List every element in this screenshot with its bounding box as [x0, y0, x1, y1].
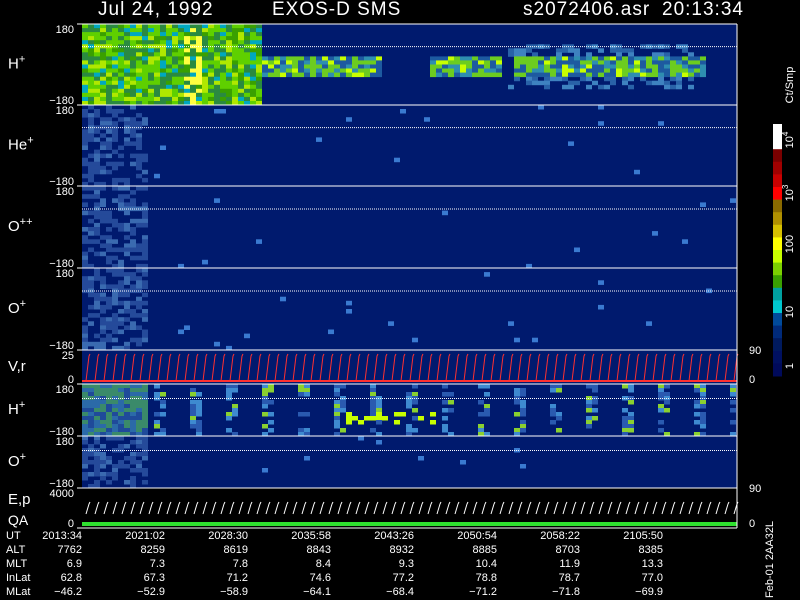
table-cell: 2043:26 — [374, 530, 414, 542]
table-cell: 2058:22 — [540, 530, 580, 542]
panel-h-plus-1 — [82, 24, 737, 106]
panel-epqa-ymin: 0 — [68, 518, 74, 530]
panel-o-plus-2 — [82, 436, 737, 489]
table-cell: 2013:34 — [42, 530, 82, 542]
panel-o-plus-plus-ymax: 180 — [56, 186, 74, 198]
panel-vr-rmax: 90 — [749, 345, 761, 357]
panel-o-plus-plus-label: O++ — [8, 216, 33, 235]
table-cell: 78.7 — [558, 572, 580, 584]
colorbar-tick: 1 — [784, 363, 796, 369]
panel-he-plus-ymax: 180 — [56, 105, 74, 117]
table-cell: 11.9 — [559, 558, 580, 570]
panel-vr-ymax: 25 — [62, 350, 74, 362]
table-cell: 8843 — [306, 544, 331, 556]
table-cell: 8259 — [140, 544, 165, 556]
table-cell: 2021:02 — [125, 530, 165, 542]
panel-o-plus-2-label: O+ — [8, 451, 26, 470]
table-cell: 2028:30 — [208, 530, 248, 542]
table-cell: 2035:58 — [291, 530, 331, 542]
table-cell: −58.9 — [220, 586, 248, 598]
table-cell: 9.3 — [398, 558, 414, 570]
panel-epqa-label2: QA — [8, 512, 29, 528]
table-cell: 67.3 — [143, 572, 165, 584]
table-cell: 2050:54 — [457, 530, 497, 542]
table-cell: 77.0 — [641, 572, 663, 584]
table-cell: 8.4 — [315, 558, 331, 570]
panel-epqa-ymax: 4000 — [50, 488, 74, 500]
colorbar-unit-label: Ct/Smp — [784, 67, 796, 104]
panel-vr-label: V,r — [8, 358, 26, 375]
table-cell: −46.2 — [54, 586, 82, 598]
table-cell: 74.6 — [309, 572, 331, 584]
table-cell: 8932 — [389, 544, 414, 556]
footer-code: Feb-01 2AA32L — [764, 520, 776, 598]
panel-o-plus-1-label: O+ — [8, 298, 26, 317]
table-cell: 8619 — [223, 544, 248, 556]
panel-epqa-rmax: 90 — [749, 483, 761, 495]
panel-vr-rmin: 0 — [749, 374, 755, 386]
table-cell: −71.2 — [469, 586, 497, 598]
table-cell: 7762 — [57, 544, 82, 556]
table-cell: −64.1 — [303, 586, 331, 598]
panel-line-4 — [82, 350, 739, 384]
table-cell: −52.9 — [137, 586, 165, 598]
colorbar-tick: 10 — [784, 306, 796, 318]
table-cell: 7.8 — [232, 558, 248, 570]
panel-h-plus-2-label: H+ — [8, 399, 25, 418]
table-cell: 78.8 — [475, 572, 497, 584]
panel-epqa-rmin: 0 — [749, 518, 755, 530]
colorbar-tick: 104 — [781, 131, 796, 148]
table-cell: −71.8 — [552, 586, 580, 598]
panel-he-plus — [82, 105, 737, 187]
panel-epqa — [82, 488, 739, 528]
table-cell: 6.9 — [66, 558, 82, 570]
panel-h-plus-2-ymax: 180 — [56, 384, 74, 396]
table-row-label-ut: UT — [6, 530, 21, 542]
table-cell: −68.4 — [386, 586, 414, 598]
panel-o-plus-2-ymax: 180 — [56, 436, 74, 448]
table-cell: 13.3 — [641, 558, 663, 570]
table-cell: 7.3 — [149, 558, 165, 570]
panel-epqa-label: E,p — [8, 491, 31, 508]
panel-o-plus-1 — [82, 268, 737, 351]
table-cell: 8385 — [638, 544, 663, 556]
table-cell: 62.8 — [60, 572, 82, 584]
table-cell: 77.2 — [392, 572, 414, 584]
table-cell: 71.2 — [226, 572, 248, 584]
panel-h-plus-2 — [82, 384, 737, 437]
table-cell: 2105:50 — [623, 530, 663, 542]
table-cell: 8885 — [472, 544, 497, 556]
colorbar — [773, 124, 782, 377]
orbit-table: UT ALT MLT InLat MLat 2013:34 7762 6.9 62.8 −46.2… — [0, 530, 760, 600]
table-cell: −69.9 — [635, 586, 663, 598]
table-cell: 10.4 — [475, 558, 497, 570]
spectrogram-plot: 180−180H+180−180He+180−180O++180−180O+25… — [8, 23, 796, 530]
panel-he-plus-label: He+ — [8, 135, 34, 154]
colorbar-tick: 103 — [781, 184, 796, 201]
table-cell: 8703 — [555, 544, 580, 556]
panel-o-plus-plus — [82, 186, 737, 269]
colorbar-tick: 100 — [784, 235, 796, 253]
panel-h-plus-1-ymax: 180 — [56, 24, 74, 36]
panel-o-plus-1-ymax: 180 — [56, 268, 74, 280]
panel-h-plus-1-label: H+ — [8, 54, 25, 73]
